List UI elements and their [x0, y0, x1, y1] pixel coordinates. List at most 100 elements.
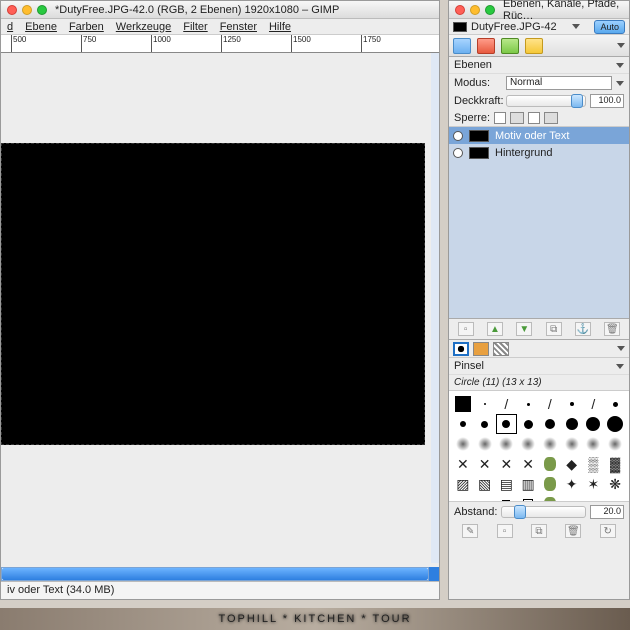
slider-thumb[interactable]	[571, 94, 583, 108]
brush-item[interactable]	[605, 395, 625, 413]
navigation-icon[interactable]	[429, 567, 439, 581]
brush-item[interactable]: ❋	[605, 475, 625, 493]
brush-item[interactable]	[562, 415, 582, 433]
brush-item[interactable]: /	[584, 395, 604, 413]
edit-brush-button[interactable]: ✎	[462, 524, 478, 538]
close-icon[interactable]	[7, 5, 17, 15]
new-brush-button[interactable]: ▫	[497, 524, 513, 538]
window-controls[interactable]	[455, 5, 495, 15]
brush-item[interactable]	[453, 415, 473, 433]
brush-item[interactable]: ▤	[497, 475, 517, 493]
layers-tab-icon[interactable]	[453, 38, 471, 54]
brush-item[interactable]	[605, 435, 625, 453]
brush-item[interactable]: ✦	[562, 475, 582, 493]
visibility-icon[interactable]	[453, 131, 463, 141]
lower-layer-button[interactable]: ▼	[516, 322, 532, 336]
brush-item[interactable]	[540, 415, 560, 433]
slider-thumb[interactable]	[514, 505, 526, 519]
raise-layer-button[interactable]: ▲	[487, 322, 503, 336]
minimize-icon[interactable]	[22, 5, 32, 15]
menu-item[interactable]: Fenster	[220, 21, 257, 33]
undo-tab-icon[interactable]	[525, 38, 543, 54]
brush-item[interactable]: /	[540, 395, 560, 413]
lock-alpha-checkbox[interactable]	[528, 112, 540, 124]
brush-item[interactable]	[518, 435, 538, 453]
opacity-slider[interactable]	[506, 95, 586, 107]
mode-select[interactable]: Normal	[506, 76, 612, 90]
brush-item[interactable]: ✕	[453, 455, 473, 473]
brush-item[interactable]	[540, 455, 560, 473]
layer-row[interactable]: Hintergrund	[449, 144, 629, 161]
brush-item[interactable]	[475, 395, 495, 413]
brush-item[interactable]	[453, 395, 473, 413]
duplicate-layer-button[interactable]: ⧉	[546, 322, 562, 336]
brush-item[interactable]: /	[497, 395, 517, 413]
brush-item[interactable]	[475, 435, 495, 453]
layer-name[interactable]: Motiv oder Text	[495, 130, 569, 142]
brush-item[interactable]	[497, 495, 517, 502]
brush-item[interactable]	[540, 495, 560, 502]
menu-item[interactable]: Farben	[69, 21, 104, 33]
dock-titlebar[interactable]: Ebenen, Kanäle, Pfade, Rüc…	[449, 1, 629, 19]
brush-item[interactable]	[584, 415, 604, 433]
layer-name[interactable]: Hintergrund	[495, 147, 552, 159]
brush-item[interactable]: ▧	[475, 475, 495, 493]
brush-item[interactable]: ▒	[584, 455, 604, 473]
brush-item[interactable]: ▨	[453, 475, 473, 493]
menu-item[interactable]: Filter	[183, 21, 207, 33]
patterns-tab-icon[interactable]	[473, 342, 489, 356]
menu-item[interactable]: Werkzeuge	[116, 21, 171, 33]
spacing-value[interactable]: 20.0	[590, 505, 624, 519]
layer-list[interactable]: Motiv oder Text Hintergrund	[449, 127, 629, 319]
main-titlebar[interactable]: *DutyFree.JPG-42.0 (RGB, 2 Ebenen) 1920x…	[1, 1, 439, 19]
auto-button[interactable]: Auto	[594, 20, 625, 34]
brush-grid[interactable]: / / / ✕ ✕ ✕ ✕ ◆ ▒ ▓ ▨ ▧ ▤ ▥ ✦ ✶	[449, 390, 629, 502]
brush-item[interactable]	[584, 435, 604, 453]
brush-item[interactable]	[497, 435, 517, 453]
brush-item[interactable]	[518, 495, 538, 502]
visibility-icon[interactable]	[453, 148, 463, 158]
brush-item[interactable]: ▥	[518, 475, 538, 493]
scrollbar-thumb[interactable]	[2, 568, 428, 580]
image-canvas[interactable]	[1, 143, 425, 445]
delete-brush-button[interactable]: 🗑	[565, 524, 581, 538]
brush-item[interactable]	[453, 435, 473, 453]
chevron-down-icon[interactable]	[616, 81, 624, 86]
minimize-icon[interactable]	[470, 5, 480, 15]
channels-tab-icon[interactable]	[477, 38, 495, 54]
horizontal-ruler[interactable]: 500 750 1000 1250 1500 1750	[1, 35, 439, 53]
collapse-icon[interactable]	[616, 364, 624, 369]
zoom-icon[interactable]	[37, 5, 47, 15]
anchor-layer-button[interactable]: ⚓	[575, 322, 591, 336]
spacing-slider[interactable]	[501, 506, 586, 518]
brush-item[interactable]	[475, 415, 495, 433]
paths-tab-icon[interactable]	[501, 38, 519, 54]
gradients-tab-icon[interactable]	[493, 342, 509, 356]
main-menubar[interactable]: d Ebene Farben Werkzeuge Filter Fenster …	[1, 19, 439, 35]
refresh-brush-button[interactable]: ↻	[600, 524, 616, 538]
image-menu[interactable]: DutyFree.JPG-42 Auto	[449, 19, 629, 35]
brush-item[interactable]	[540, 435, 560, 453]
brush-item[interactable]	[562, 395, 582, 413]
brush-item[interactable]	[540, 475, 560, 493]
image-name[interactable]: DutyFree.JPG-42	[471, 21, 557, 33]
menu-item[interactable]: Hilfe	[269, 21, 291, 33]
menu-item[interactable]: Ebene	[25, 21, 57, 33]
brush-tabs[interactable]	[449, 340, 629, 358]
brush-item[interactable]: ◆	[562, 455, 582, 473]
layer-row[interactable]: Motiv oder Text	[449, 127, 629, 144]
canvas-area[interactable]	[1, 53, 431, 563]
brush-item[interactable]	[453, 495, 473, 502]
horizontal-scrollbar[interactable]	[1, 567, 429, 581]
brush-item[interactable]	[497, 415, 517, 433]
menu-item[interactable]: d	[7, 21, 13, 33]
dock-tabs[interactable]	[449, 35, 629, 57]
zoom-icon[interactable]	[485, 5, 495, 15]
brush-item[interactable]: ✕	[518, 455, 538, 473]
brush-item[interactable]	[475, 495, 495, 502]
vertical-scrollbar[interactable]	[431, 53, 439, 563]
brushes-tab-icon[interactable]	[453, 342, 469, 356]
brush-item[interactable]	[518, 415, 538, 433]
brush-item[interactable]	[605, 415, 625, 433]
tab-menu-icon[interactable]	[617, 43, 625, 48]
